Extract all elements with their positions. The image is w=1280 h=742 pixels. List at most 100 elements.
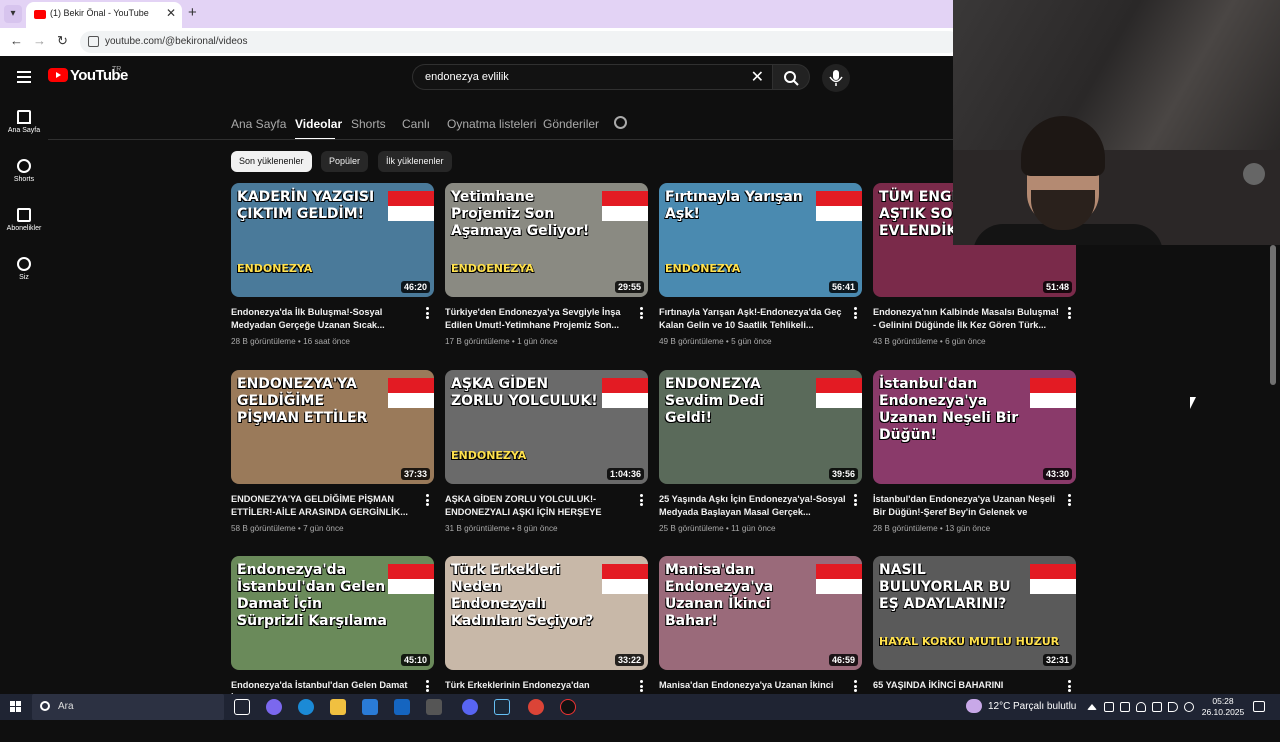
copilot-icon[interactable]: [266, 699, 282, 715]
sidebar-item-home[interactable]: Ana Sayfa: [0, 110, 48, 134]
tray-app-icon[interactable]: [1184, 702, 1194, 712]
edge-icon[interactable]: [298, 699, 314, 715]
clear-search-icon[interactable]: ✕: [751, 67, 764, 87]
video-thumbnail[interactable]: ENDONEZYA Sevdim Dedi Geldi! 39:56: [659, 370, 862, 484]
tab-posts[interactable]: Gönderiler: [543, 117, 599, 131]
video-card[interactable]: ENDONEZYA Sevdim Dedi Geldi! 39:56 25 Yaşı…: [659, 370, 864, 556]
tab-shorts[interactable]: Shorts: [351, 117, 386, 131]
obs-icon[interactable]: [560, 699, 576, 715]
video-thumbnail[interactable]: Türk Erkekleri Neden Endonezyalı Kadınla…: [445, 556, 648, 670]
video-card[interactable]: ENDONEZYA'YA GELDİĞİME PİŞMAN ETTİLER 37:…: [231, 370, 436, 556]
more-options-icon[interactable]: [640, 494, 643, 506]
more-options-icon[interactable]: [640, 307, 643, 319]
video-thumbnail[interactable]: Fırtınayla Yarışan Aşk! ENDONEZYA 56:41: [659, 183, 862, 297]
chip-popular[interactable]: Popüler: [321, 151, 369, 172]
chip-oldest[interactable]: İlk yüklenenler: [378, 151, 452, 172]
windows-start-icon[interactable]: [10, 701, 22, 713]
more-options-icon[interactable]: [1068, 494, 1071, 506]
more-options-icon[interactable]: [854, 307, 857, 319]
site-info-icon[interactable]: [88, 36, 99, 47]
tray-overflow-chevron-icon[interactable]: [1087, 704, 1097, 710]
notification-center-icon[interactable]: [1253, 701, 1265, 712]
video-title[interactable]: Fırtınayla Yarışan Aşk!-Endonezya'da Geç…: [659, 306, 847, 332]
app-icon[interactable]: [426, 699, 442, 715]
video-title[interactable]: 65 YAŞINDA İKİNCİ BAHARINI: [873, 679, 1061, 692]
new-tab-button[interactable]: +: [188, 4, 197, 21]
youtube-logo-icon[interactable]: [48, 68, 68, 82]
task-view-icon[interactable]: [234, 699, 250, 715]
video-thumbnail[interactable]: AŞKA GİDEN ZORLU YOLCULUK! ENDONEZYA 1:04:…: [445, 370, 648, 484]
more-options-icon[interactable]: [1068, 307, 1071, 319]
page-scrollbar[interactable]: [1270, 245, 1276, 385]
browser-tab[interactable]: (1) Bekir Önal - YouTube ✕: [26, 2, 182, 28]
address-bar[interactable]: youtube.com/@bekironal/videos: [80, 31, 960, 53]
cloud-icon: [966, 699, 982, 713]
more-options-icon[interactable]: [854, 680, 857, 692]
video-title[interactable]: AŞKA GİDEN ZORLU YOLCULUK!-ENDONEZYALI A…: [445, 493, 633, 520]
tray-app-icon[interactable]: [1120, 702, 1130, 712]
more-options-icon[interactable]: [640, 680, 643, 692]
video-thumbnail[interactable]: ENDONEZYA'YA GELDİĞİME PİŞMAN ETTİLER 37:…: [231, 370, 434, 484]
meta-separator: •: [511, 337, 515, 346]
video-thumbnail[interactable]: Endonezya'da İstanbul'dan Gelen Damat İç…: [231, 556, 434, 670]
more-options-icon[interactable]: [426, 307, 429, 319]
tab-live[interactable]: Canlı: [402, 117, 430, 131]
chrome-icon[interactable]: [528, 699, 544, 715]
video-thumbnail[interactable]: İstanbul'dan Endonezya'ya Uzanan Neşeli …: [873, 370, 1076, 484]
video-thumbnail[interactable]: Manisa'dan Endonezya'ya Uzanan İkinci Ba…: [659, 556, 862, 670]
sidebar-item-subscriptions[interactable]: Abonelikler: [0, 208, 48, 232]
microphone-icon[interactable]: [1136, 702, 1146, 712]
video-title[interactable]: Manisa'dan Endonezya'ya Uzanan İkinci: [659, 679, 847, 692]
tab-videos[interactable]: Videolar: [295, 117, 342, 131]
video-meta: 31 B görüntüleme • 8 gün önce: [445, 524, 558, 533]
outlook-icon[interactable]: [394, 699, 410, 715]
video-thumbnail[interactable]: Yetimhane Projemiz Son Aşamaya Geliyor! E…: [445, 183, 648, 297]
more-options-icon[interactable]: [426, 680, 429, 692]
video-title[interactable]: ENDONEZYA'YA GELDİĞİME PİŞMAN ETTİLER!-A…: [231, 493, 419, 519]
video-title[interactable]: Endonezya'da İlk Buluşma!-Sosyal Medyada…: [231, 306, 419, 332]
video-card[interactable]: İstanbul'dan Endonezya'ya Uzanan Neşeli …: [873, 370, 1078, 556]
tab-list-chevron-icon[interactable]: ▾: [4, 5, 22, 23]
video-card[interactable]: Fırtınayla Yarışan Aşk! ENDONEZYA 56:41 Fır…: [659, 183, 864, 369]
sidebar-item-you[interactable]: Siz: [0, 257, 48, 281]
channel-search-icon[interactable]: [614, 116, 627, 129]
search-input[interactable]: endonezya evlilik ✕: [412, 64, 772, 90]
store-icon[interactable]: [362, 699, 378, 715]
network-icon[interactable]: [1152, 702, 1162, 712]
more-options-icon[interactable]: [1068, 680, 1071, 692]
video-title[interactable]: Türkiye'den Endonezya'ya Sevgiyle İnşa E…: [445, 306, 633, 332]
video-title[interactable]: İstanbul'dan Endonezya'ya Uzanan Neşeli …: [873, 493, 1061, 520]
tab-playlists[interactable]: Oynatma listeleri: [447, 117, 536, 131]
video-duration: 32:31: [1042, 654, 1072, 666]
thumbnail-caption: NASIL BULUYORLAR BU EŞ ADAYLARINI?: [879, 562, 1011, 612]
video-thumbnail[interactable]: KADERİN YAZGISI ÇIKTIM GELDİM! ENDONEZYA 4…: [231, 183, 434, 297]
volume-icon[interactable]: [1168, 702, 1178, 712]
tab-home[interactable]: Ana Sayfa: [231, 117, 286, 131]
back-arrow-icon[interactable]: ←: [10, 33, 23, 48]
taskbar-search[interactable]: Ara: [32, 694, 224, 720]
tray-app-icon[interactable]: [1104, 702, 1114, 712]
forward-arrow-icon[interactable]: →: [33, 33, 46, 48]
close-tab-icon[interactable]: ✕: [166, 6, 176, 20]
menu-icon[interactable]: [17, 71, 31, 86]
discord-icon[interactable]: [462, 699, 478, 715]
search-button[interactable]: [772, 64, 810, 90]
video-card[interactable]: AŞKA GİDEN ZORLU YOLCULUK! ENDONEZYA 1:04:…: [445, 370, 650, 556]
search-query[interactable]: endonezya evlilik: [425, 71, 509, 83]
sidebar-item-shorts[interactable]: Shorts: [0, 159, 48, 183]
more-options-icon[interactable]: [854, 494, 857, 506]
voice-search-button[interactable]: [822, 64, 850, 92]
steam-icon[interactable]: [494, 699, 510, 715]
url-text[interactable]: youtube.com/@bekironal/videos: [105, 36, 247, 47]
video-title[interactable]: 25 Yaşında Aşkı İçin Endonezya'ya!-Sosya…: [659, 493, 847, 519]
video-thumbnail[interactable]: NASIL BULUYORLAR BU EŞ ADAYLARINI? HAYAL …: [873, 556, 1076, 670]
indonesia-flag-icon: [388, 378, 434, 408]
reload-icon[interactable]: ↻: [57, 33, 68, 49]
more-options-icon[interactable]: [426, 494, 429, 506]
video-card[interactable]: Yetimhane Projemiz Son Aşamaya Geliyor! E…: [445, 183, 650, 369]
file-explorer-icon[interactable]: [330, 699, 346, 715]
taskbar-clock[interactable]: 05:28 26.10.2025: [1200, 696, 1246, 718]
chip-latest[interactable]: Son yüklenenler: [231, 151, 312, 172]
video-title[interactable]: Endonezya'nın Kalbinde Masalsı Buluşma! …: [873, 306, 1061, 332]
video-card[interactable]: KADERİN YAZGISI ÇIKTIM GELDİM! ENDONEZYA 4…: [231, 183, 436, 369]
